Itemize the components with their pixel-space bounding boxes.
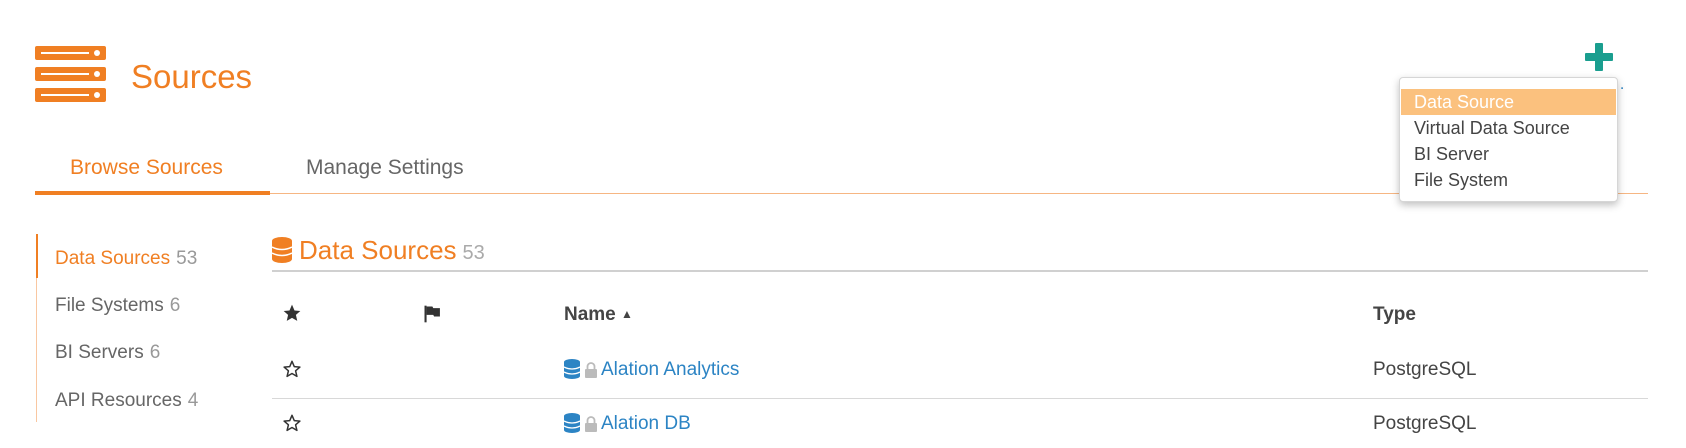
plus-icon[interactable] <box>1583 41 1615 73</box>
lock-icon <box>585 362 597 378</box>
sidebar-item-count: 4 <box>187 390 199 411</box>
section-divider <box>272 270 1648 272</box>
sidebar-item-count: 6 <box>169 295 181 316</box>
sort-ascending-icon: ▲ <box>621 307 633 321</box>
server-stack-icon <box>35 46 106 102</box>
data-source-type: PostgreSQL <box>1373 413 1477 434</box>
data-source-link[interactable]: Alation Analytics <box>601 358 739 382</box>
dropdown-item-bi-server[interactable]: BI Server <box>1401 141 1616 167</box>
tab-manage-settings[interactable]: Manage Settings <box>306 148 464 188</box>
sidebar-item-api-resources[interactable]: API Resources 4 <box>55 388 198 414</box>
lock-icon <box>585 416 597 432</box>
sidebar-item-label: File Systems <box>55 295 164 316</box>
data-source-type: PostgreSQL <box>1373 359 1477 380</box>
section-count: 53 <box>462 242 485 264</box>
sidebar-active-indicator <box>36 234 38 278</box>
row-divider <box>272 398 1648 399</box>
column-header-type[interactable]: Type <box>1373 303 1416 327</box>
column-header-name[interactable]: Name ▲ <box>564 303 633 328</box>
flag-icon[interactable] <box>422 304 442 324</box>
tab-browse-sources[interactable]: Browse Sources <box>70 148 223 188</box>
page-title: Sources <box>131 58 253 95</box>
sidebar-item-count: 6 <box>149 342 161 363</box>
star-icon[interactable] <box>282 303 302 323</box>
dropdown-item-virtual-data-source[interactable]: Virtual Data Source <box>1401 115 1616 141</box>
database-icon <box>272 237 292 263</box>
sidebar-item-label: BI Servers <box>55 342 144 363</box>
section-title-label: Data Sources <box>299 235 457 265</box>
sidebar-item-label: Data Sources <box>55 248 171 269</box>
dropdown-item-data-source[interactable]: Data Source <box>1401 89 1616 115</box>
dropdown-item-file-system[interactable]: File System <box>1401 167 1616 193</box>
sidebar-item-bi-servers[interactable]: BI Servers 6 <box>55 340 160 366</box>
section-title: Data Sources 53 <box>299 233 485 270</box>
database-icon <box>564 359 580 379</box>
star-outline-icon[interactable] <box>282 359 302 379</box>
star-outline-icon[interactable] <box>282 413 302 433</box>
add-source-dropdown: Data Source Virtual Data Source BI Serve… <box>1399 77 1618 202</box>
sidebar-item-data-sources[interactable]: Data Sources 53 <box>55 246 197 272</box>
column-header-label: Name <box>564 304 616 325</box>
data-source-link[interactable]: Alation DB <box>601 412 691 436</box>
database-icon <box>564 413 580 433</box>
sidebar-item-count: 53 <box>176 248 198 269</box>
active-tab-underline <box>35 191 270 195</box>
sidebar-item-label: API Resources <box>55 390 182 411</box>
sidebar-item-file-systems[interactable]: File Systems 6 <box>55 293 180 319</box>
